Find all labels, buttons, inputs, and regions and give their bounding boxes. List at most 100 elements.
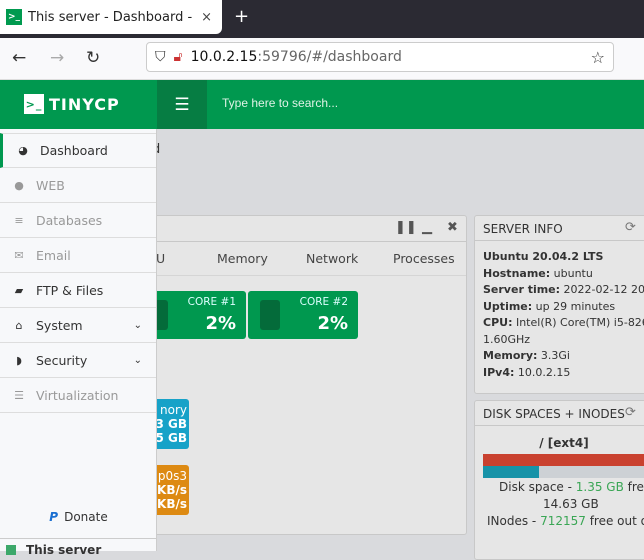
status-dot-icon xyxy=(6,545,16,555)
disk-space-free: 1.35 GB xyxy=(575,480,624,494)
tab-title: This server - Dashboard - xyxy=(28,9,193,25)
donate-link[interactable]: P Donate xyxy=(0,510,157,524)
inodes-free: 712157 xyxy=(540,514,586,528)
refresh-icon[interactable]: ⟳ xyxy=(625,220,636,235)
chevron-down-icon: ⌄ xyxy=(133,354,142,366)
info-value: 1.60GHz xyxy=(483,332,531,346)
donate-label: Donate xyxy=(64,510,108,524)
tab-network[interactable]: Network xyxy=(306,251,358,266)
monitor-panel: ❚❚ ▁ ✖ U Memory Network Processes CORE #… xyxy=(136,215,467,535)
panel-header: SERVER INFO ⟳ xyxy=(475,216,644,241)
panel-title: DISK SPACES + INODES xyxy=(483,407,625,421)
refresh-icon[interactable]: ⟳ xyxy=(625,405,636,420)
server-info-panel: SERVER INFO ⟳ Ubuntu 20.04.2 LTS Hostname… xyxy=(474,215,644,394)
tab-processes[interactable]: Processes xyxy=(393,251,455,266)
disk-panel: DISK SPACES + INODES ⟳ / [ext4] Disk spac… xyxy=(474,400,644,560)
sidebar: ◕ Dashboard ● WEB ≡ Databases ✉ Email ▰ FTP & Fil… xyxy=(0,129,157,557)
info-value: 3.3Gi xyxy=(537,349,570,362)
sidebar-item-label: Databases xyxy=(36,212,103,228)
sidebar-item-dashboard[interactable]: ◕ Dashboard xyxy=(0,133,156,168)
back-button[interactable]: ← xyxy=(12,48,26,68)
inodes-suffix: free out of 9 xyxy=(589,514,644,528)
sidebar-item-label: WEB xyxy=(36,177,65,193)
logo-mark-icon: >_ xyxy=(24,94,44,114)
inodes-fill xyxy=(483,466,540,478)
favicon-icon: >_ xyxy=(6,9,22,25)
envelope-icon: ✉ xyxy=(14,248,24,262)
server-icon: ☰ xyxy=(14,388,24,402)
sidebar-item-databases[interactable]: ≡ Databases xyxy=(0,203,156,238)
pause-icon[interactable]: ❚❚ xyxy=(395,220,417,235)
logo-text: TINYCP xyxy=(49,94,120,114)
disk-space-suffix: free o xyxy=(627,480,644,494)
app-header: >_ TINYCP ☰ xyxy=(0,80,644,129)
sidebar-item-security[interactable]: ◗ Security ⌄ xyxy=(0,343,156,378)
sidebar-item-label: Dashboard xyxy=(40,143,108,158)
database-icon: ≡ xyxy=(14,213,24,227)
server-selector[interactable]: This server xyxy=(0,538,157,558)
sidebar-item-system[interactable]: ⌂ System ⌄ xyxy=(0,308,156,343)
mount-label: / [ext4] xyxy=(539,436,589,450)
address-bar: ← → ↻ ⛉ 🔓︎ 10.0.2.15:59796/#/dashboard ☆ xyxy=(0,38,644,80)
minimize-icon[interactable]: ▁ xyxy=(422,220,432,235)
info-key: Server time: xyxy=(483,283,561,296)
menu-toggle-button[interactable]: ☰ xyxy=(157,80,207,129)
core-value: 2% xyxy=(205,313,236,334)
info-value: ubuntu xyxy=(550,266,593,280)
url-host: 10.0.2.15 xyxy=(190,49,258,65)
info-value: 2022-02-12 20:58 xyxy=(563,283,644,296)
sidebar-item-label: Email xyxy=(36,247,71,263)
hdd-icon: ⌂ xyxy=(15,318,23,332)
reload-button[interactable]: ↻ xyxy=(86,48,100,68)
tab-cpu[interactable]: U xyxy=(156,251,165,266)
os-name: Ubuntu 20.04.2 LTS xyxy=(483,250,604,263)
url-path: :59796/#/dashboard xyxy=(257,49,402,65)
info-key: Hostname: xyxy=(483,266,551,280)
sidebar-item-label: Security xyxy=(36,352,88,368)
search-input[interactable] xyxy=(222,96,522,110)
insecure-lock-icon: 🔓︎ xyxy=(173,49,183,65)
info-value: Intel(R) Core(TM) i5-8265U xyxy=(515,316,644,329)
panel-header: ❚❚ ▁ ✖ xyxy=(151,216,466,242)
info-row: CPU: Intel(R) Core(TM) i5-8265U xyxy=(483,315,644,332)
sidebar-item-email[interactable]: ✉ Email xyxy=(0,238,156,273)
shield-icon: ◗ xyxy=(16,353,22,367)
info-row: Memory: 3.3Gi xyxy=(483,348,644,365)
core-label: CORE #2 xyxy=(299,296,348,308)
shield-icon: ⛉ xyxy=(155,49,166,65)
globe-icon: ● xyxy=(14,178,24,192)
panel-header: DISK SPACES + INODES ⟳ xyxy=(475,401,644,426)
info-value: up 29 minutes xyxy=(532,299,616,313)
disk-space-fill xyxy=(483,454,644,466)
paypal-icon: P xyxy=(49,510,59,524)
close-icon[interactable]: ✖ xyxy=(447,220,458,235)
core-value: 2% xyxy=(317,313,348,334)
new-tab-button[interactable]: + xyxy=(234,6,249,27)
sidebar-item-ftp-files[interactable]: ▰ FTP & Files xyxy=(0,273,156,308)
logo[interactable]: >_ TINYCP xyxy=(24,94,120,114)
inodes-bar xyxy=(483,466,644,478)
inodes-label: INodes - xyxy=(487,514,541,528)
tachometer-icon: ◕ xyxy=(18,144,28,157)
info-key: CPU: xyxy=(483,316,513,329)
browser-tab[interactable]: >_ This server - Dashboard - × xyxy=(0,0,222,34)
sidebar-item-label: Virtualization xyxy=(36,387,119,403)
close-tab-icon[interactable]: × xyxy=(201,10,212,25)
url-field[interactable]: ⛉ 🔓︎ 10.0.2.15:59796/#/dashboard ☆ xyxy=(146,42,614,72)
disk-space-total: 14.63 GB xyxy=(543,497,599,511)
bookmark-star-icon[interactable]: ☆ xyxy=(591,48,605,67)
info-value: 10.0.2.15 xyxy=(514,365,571,379)
chevron-down-icon: ⌄ xyxy=(133,319,142,331)
sidebar-item-virtualization[interactable]: ☰ Virtualization xyxy=(0,378,156,413)
monitor-tabs: U Memory Network Processes xyxy=(151,242,466,276)
sidebar-item-label: FTP & Files xyxy=(36,282,104,298)
info-key: IPv4: xyxy=(483,365,515,379)
forward-button[interactable]: → xyxy=(50,48,64,68)
info-row: Hostname: ubuntu xyxy=(483,266,644,283)
panel-title: SERVER INFO xyxy=(483,222,563,236)
sidebar-item-web[interactable]: ● WEB xyxy=(0,168,156,203)
tab-memory[interactable]: Memory xyxy=(217,251,268,266)
info-row: Uptime: up 29 minutes xyxy=(483,299,644,316)
disk-space-bar xyxy=(483,454,644,466)
core-tile: CORE #2 2% xyxy=(248,291,358,339)
